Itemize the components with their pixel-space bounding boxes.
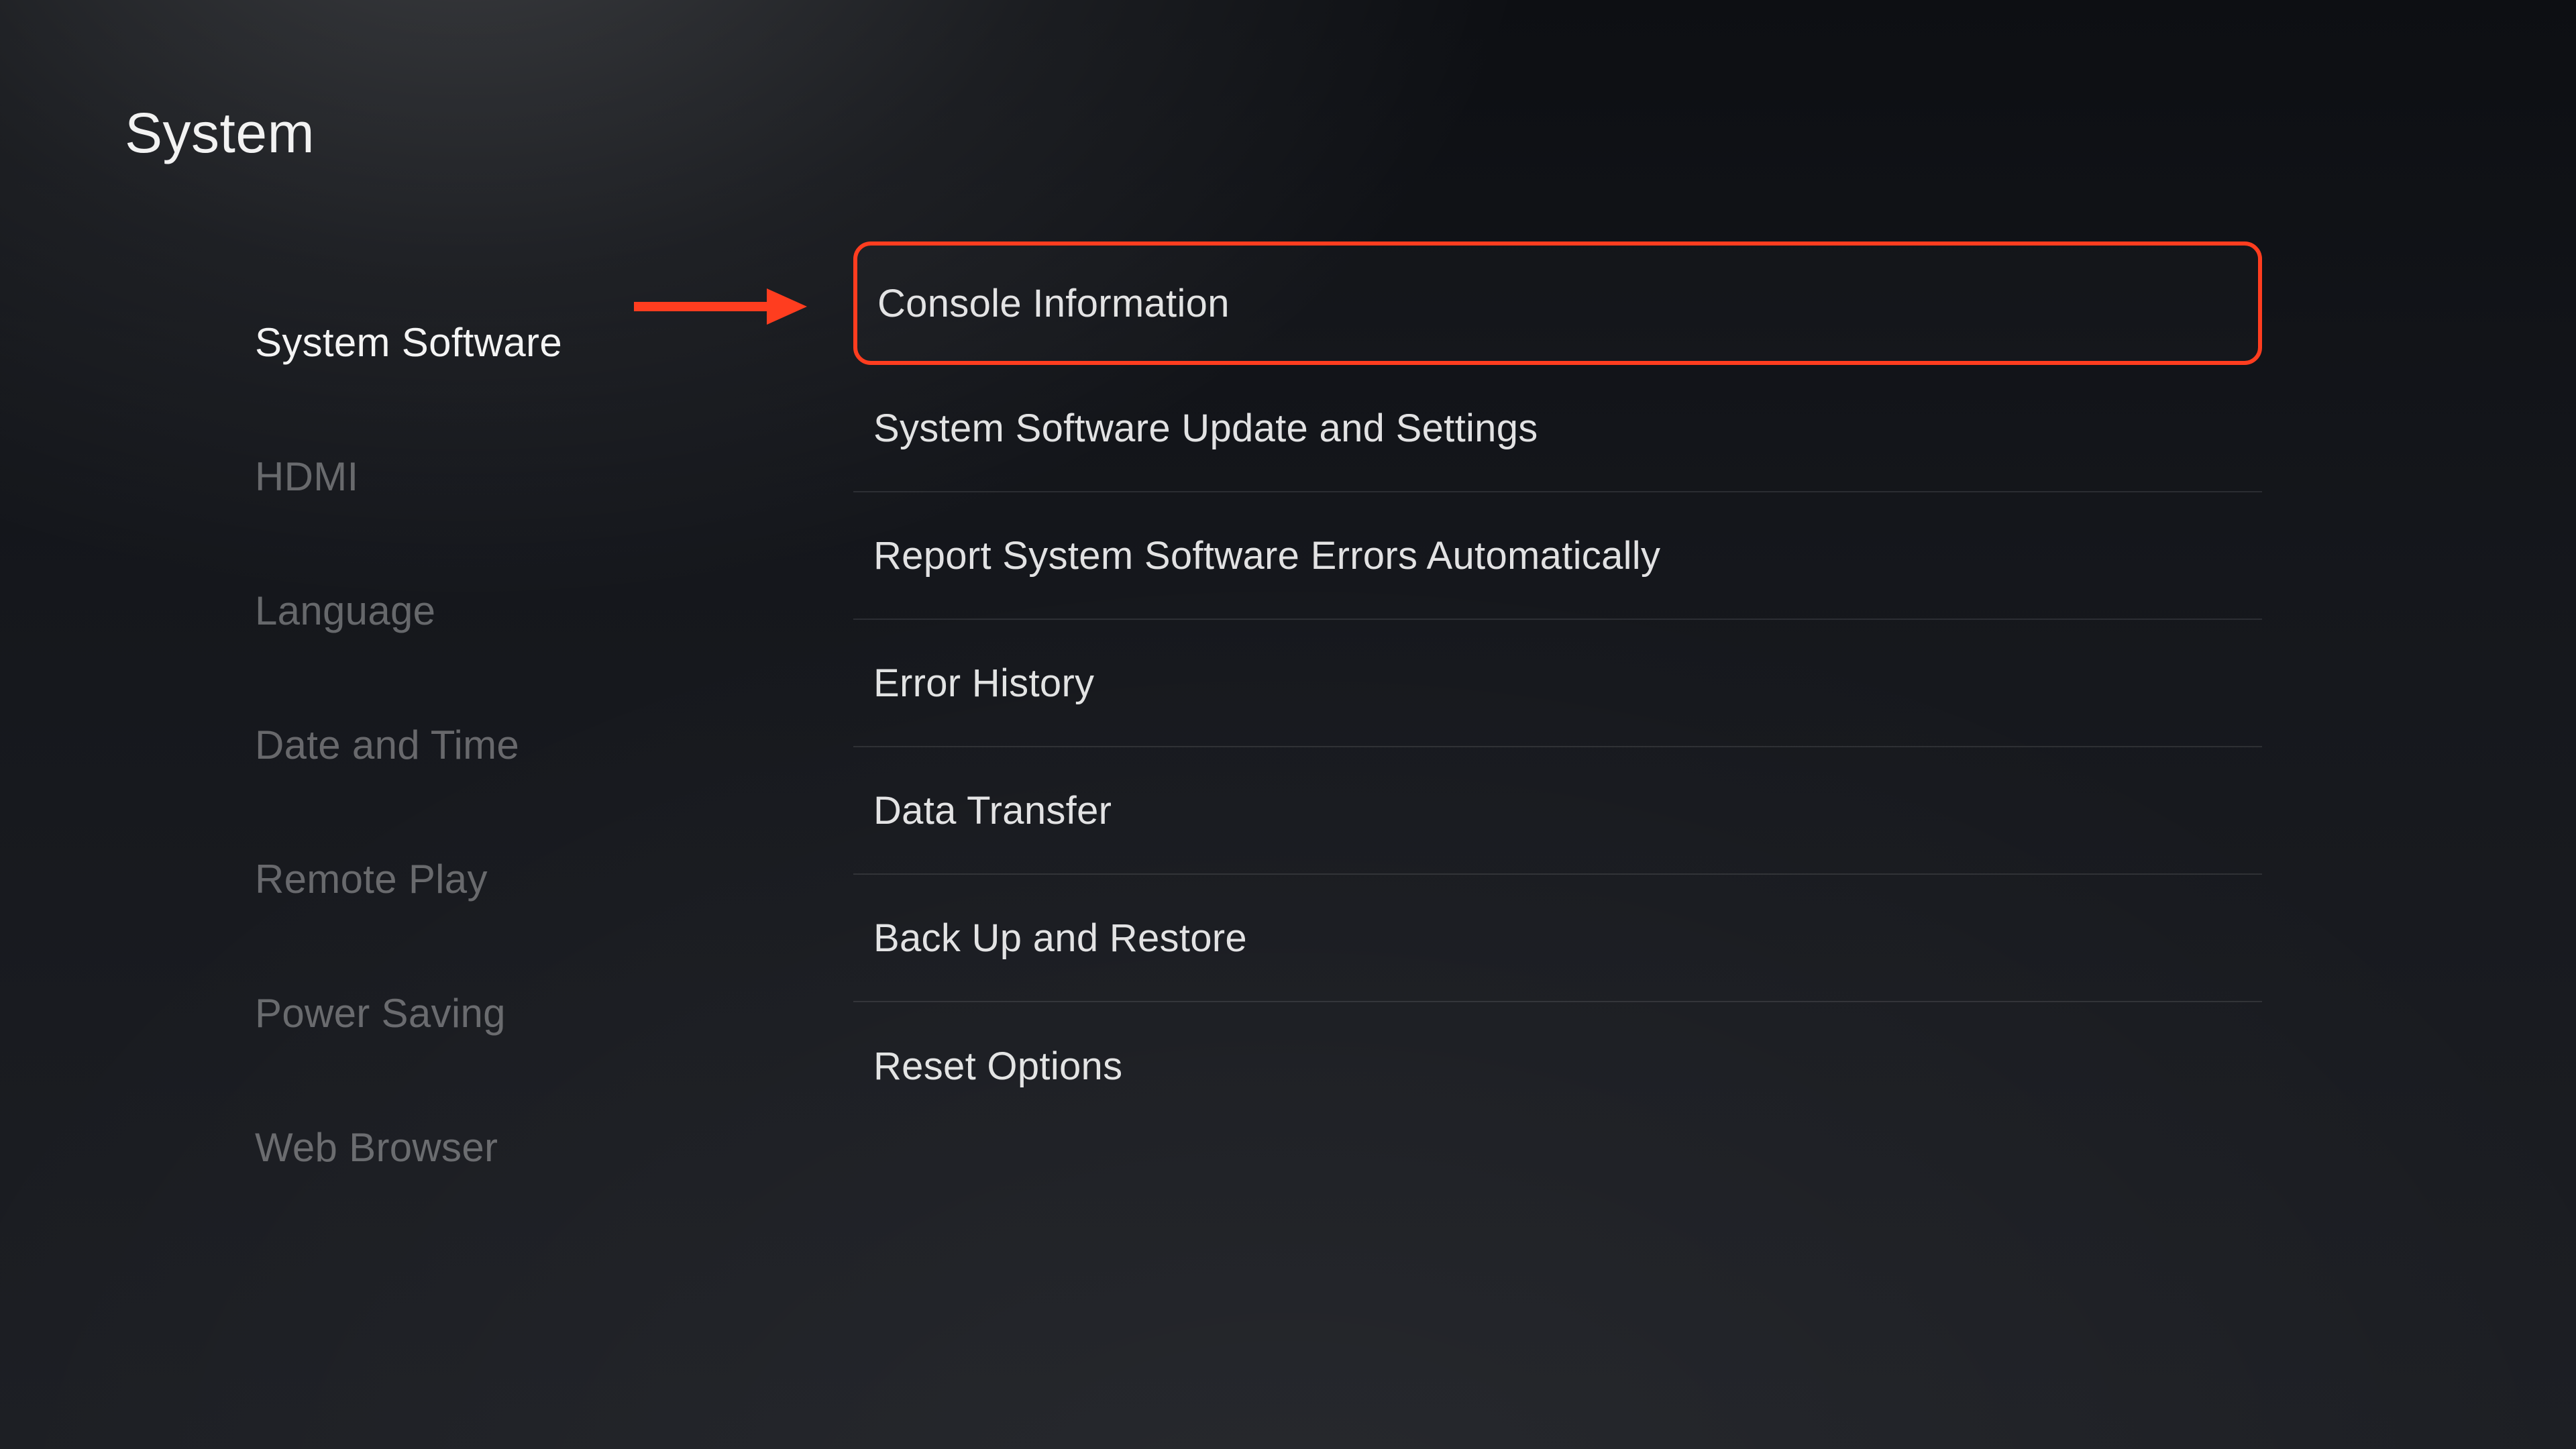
sidebar-item-label: Web Browser [255, 1124, 498, 1171]
sidebar-item-remote-play[interactable]: Remote Play [255, 812, 765, 946]
content-item-label: Data Transfer [873, 788, 1112, 833]
content-item-error-history[interactable]: Error History [853, 620, 2262, 747]
annotation-arrow-head-icon [767, 288, 807, 325]
content-panel: Console Information System Software Upda… [853, 241, 2262, 1130]
sidebar-item-label: HDMI [255, 453, 359, 500]
content-item-report-system-software-errors-automatically[interactable]: Report System Software Errors Automatica… [853, 492, 2262, 620]
sidebar-item-hdmi[interactable]: HDMI [255, 409, 765, 543]
sidebar-item-power-saving[interactable]: Power Saving [255, 946, 765, 1080]
sidebar: System Software HDMI Language Date and T… [255, 275, 765, 1214]
content-item-label: Report System Software Errors Automatica… [873, 533, 1660, 578]
sidebar-item-web-browser[interactable]: Web Browser [255, 1080, 765, 1214]
content-item-system-software-update-and-settings[interactable]: System Software Update and Settings [853, 365, 2262, 492]
sidebar-item-label: Language [255, 588, 435, 634]
content-item-console-information[interactable]: Console Information [853, 241, 2262, 365]
content-item-label: Reset Options [873, 1044, 1122, 1089]
content-item-label: Console Information [877, 281, 1230, 326]
content-item-label: System Software Update and Settings [873, 406, 1538, 451]
system-settings-screen: System System Software HDMI Language Dat… [0, 0, 2576, 1449]
sidebar-item-date-and-time[interactable]: Date and Time [255, 678, 765, 812]
sidebar-item-system-software[interactable]: System Software [255, 275, 765, 409]
sidebar-item-label: Date and Time [255, 722, 519, 768]
content-item-reset-options[interactable]: Reset Options [853, 1002, 2262, 1130]
sidebar-item-label: System Software [255, 319, 562, 366]
sidebar-item-language[interactable]: Language [255, 543, 765, 678]
sidebar-item-label: Power Saving [255, 990, 506, 1036]
content-item-data-transfer[interactable]: Data Transfer [853, 747, 2262, 875]
sidebar-item-label: Remote Play [255, 856, 488, 902]
content-item-back-up-and-restore[interactable]: Back Up and Restore [853, 875, 2262, 1002]
content-item-label: Error History [873, 661, 1094, 706]
page-title: System [125, 101, 315, 166]
content-item-label: Back Up and Restore [873, 916, 1247, 961]
